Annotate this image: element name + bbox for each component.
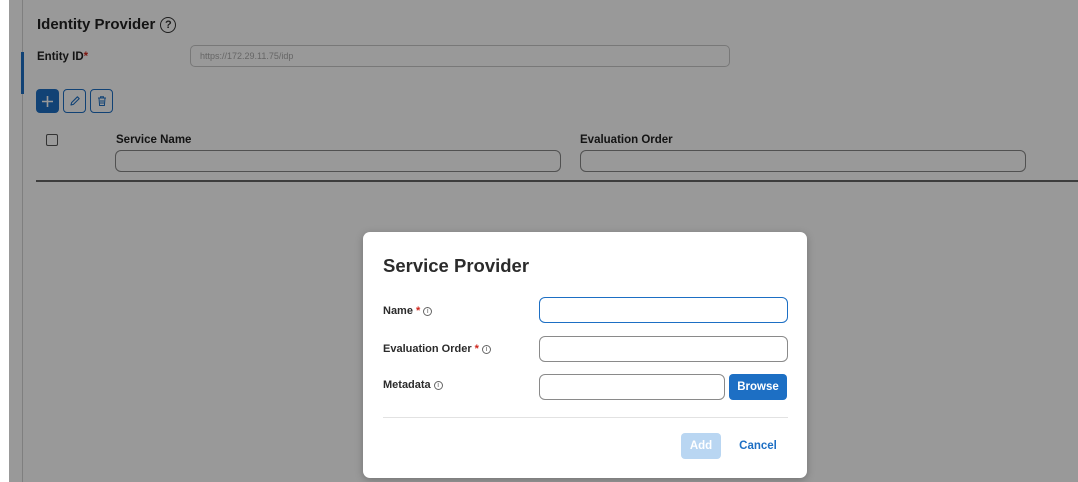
name-label-text: Name xyxy=(383,305,413,317)
evaluation-order-input[interactable] xyxy=(539,336,788,362)
cancel-button[interactable]: Cancel xyxy=(733,433,783,459)
modal-title: Service Provider xyxy=(383,255,530,276)
evaluation-order-label-text: Evaluation Order xyxy=(383,343,472,355)
browse-button[interactable]: Browse xyxy=(729,374,787,400)
info-icon[interactable]: i xyxy=(433,380,443,390)
metadata-label-text: Metadata xyxy=(383,379,431,391)
info-icon[interactable]: i xyxy=(481,344,491,354)
required-mark: * xyxy=(474,343,479,355)
metadata-label: Metadata i xyxy=(383,379,443,391)
left-rail xyxy=(0,0,9,482)
evaluation-order-label: Evaluation Order * i xyxy=(383,343,491,355)
modal-divider xyxy=(383,417,788,418)
add-submit-button[interactable]: Add xyxy=(681,433,721,459)
service-provider-modal: Service Provider Name * i Evaluation Orde… xyxy=(363,232,807,478)
name-label: Name * i xyxy=(383,305,433,317)
info-icon[interactable]: i xyxy=(423,306,433,316)
required-mark: * xyxy=(415,305,421,317)
metadata-input[interactable] xyxy=(539,374,725,400)
name-input[interactable] xyxy=(539,297,788,323)
